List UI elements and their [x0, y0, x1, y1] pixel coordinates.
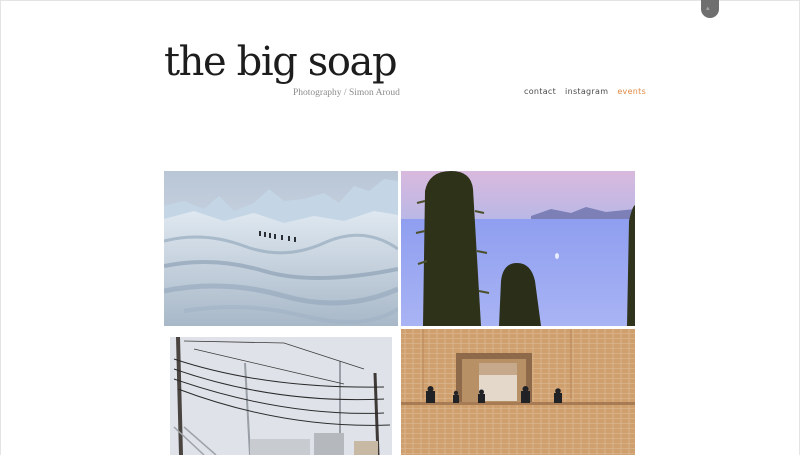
- nav-link-contact[interactable]: contact: [524, 86, 556, 98]
- photo-tile-cactus[interactable]: [401, 171, 635, 326]
- power-poles-photo: [164, 329, 398, 455]
- photo-tile-brick-building[interactable]: [401, 329, 635, 455]
- glacier-photo: [164, 171, 398, 326]
- tab-arrow-icon: ▴: [706, 4, 710, 12]
- site-tagline: Photography / Simon Aroud: [293, 88, 400, 98]
- page-frame: [0, 0, 800, 455]
- site-logo[interactable]: the big soap: [164, 38, 398, 86]
- main-nav: contact instagram events: [524, 86, 646, 98]
- nav-link-instagram[interactable]: instagram: [565, 86, 608, 98]
- cactus-photo: [401, 171, 635, 326]
- nav-link-events[interactable]: events: [617, 86, 646, 98]
- brick-building-photo: [401, 329, 635, 455]
- photo-tile-glacier[interactable]: [164, 171, 398, 326]
- photo-tile-power-poles[interactable]: [164, 329, 398, 455]
- pull-tab-icon[interactable]: ▴: [701, 0, 719, 18]
